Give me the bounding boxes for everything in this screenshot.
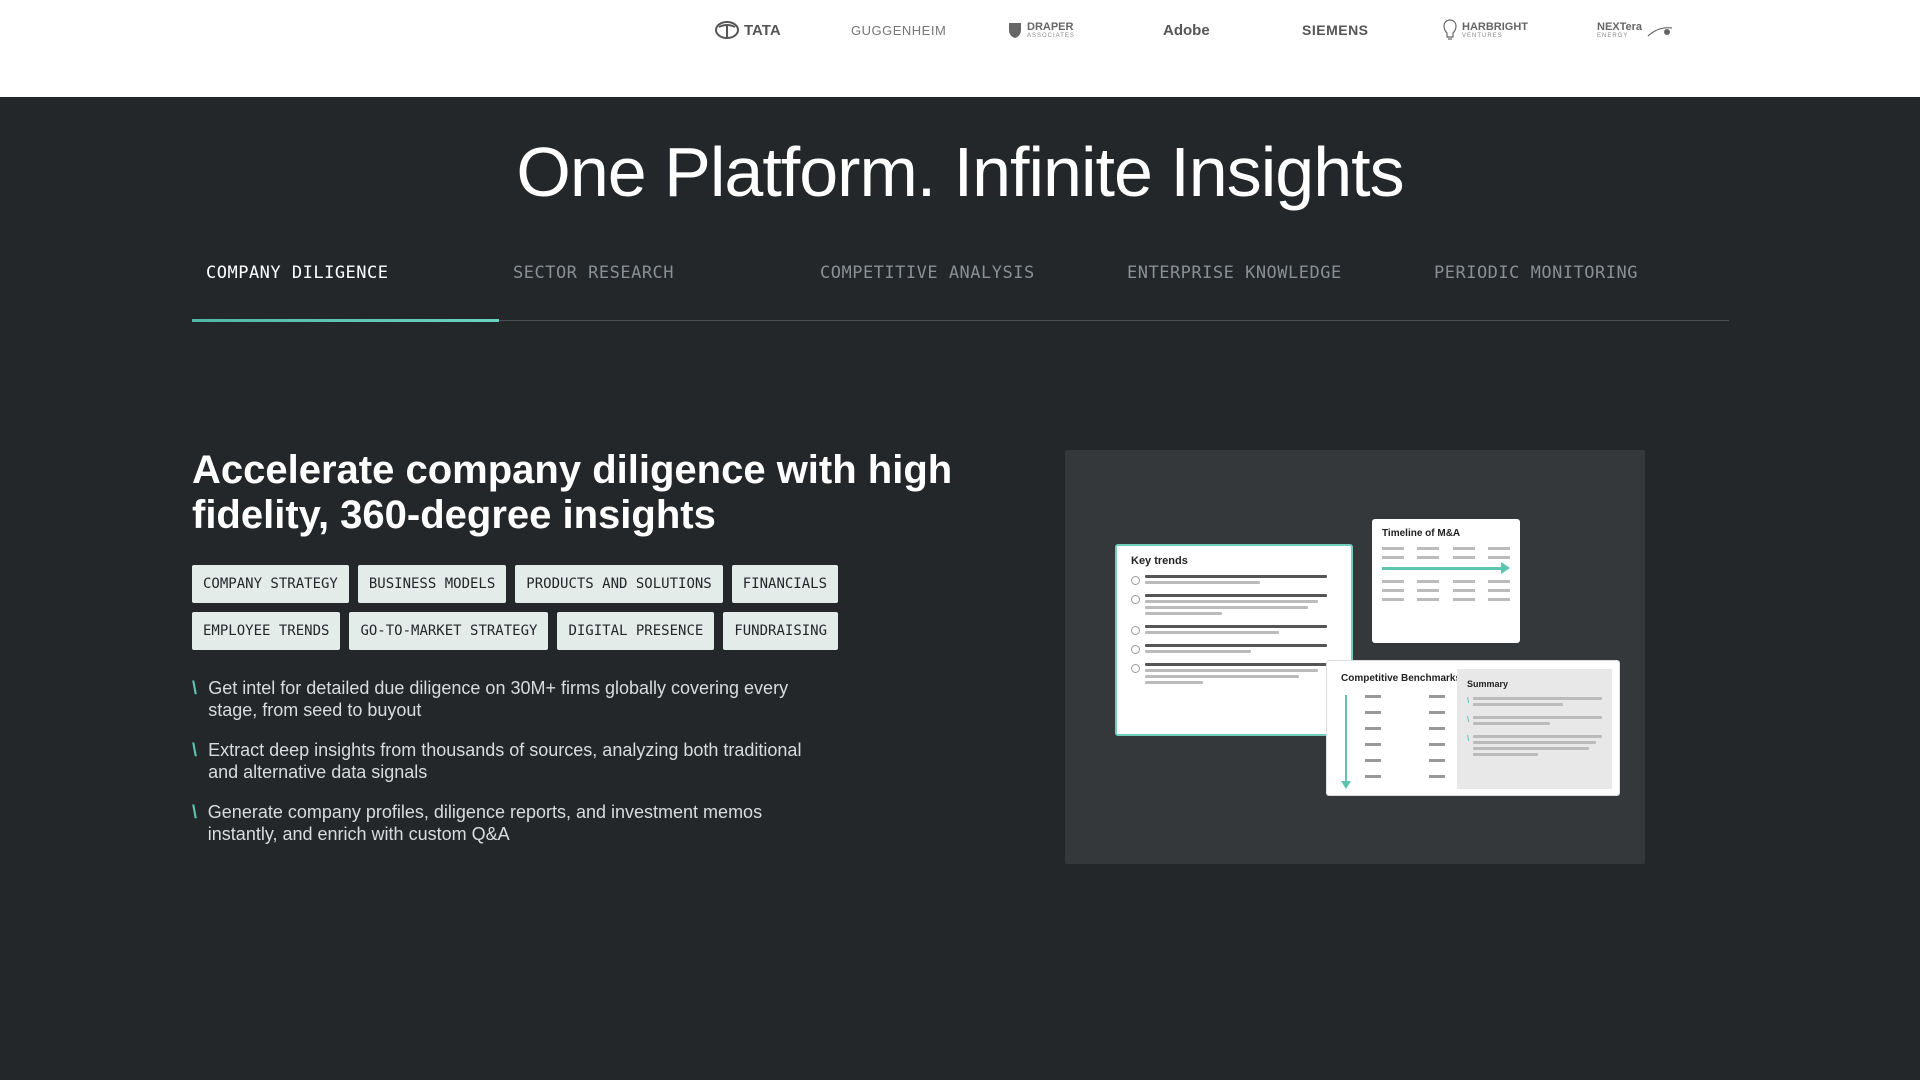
timeline-row — [1382, 580, 1510, 583]
trend-text-lines — [1145, 594, 1337, 618]
timeline-title: Timeline of M&A — [1382, 528, 1461, 539]
benchmark-row — [1365, 727, 1445, 730]
tab-bar: COMPANY DILIGENCE SECTOR RESEARCH COMPET… — [192, 255, 1729, 322]
tag-financials: FINANCIALS — [731, 565, 839, 603]
benchmark-row — [1365, 759, 1445, 762]
nextera-sub: ENERGY — [1597, 32, 1629, 39]
benchmark-row — [1365, 775, 1445, 778]
feature-text: Generate company profiles, diligence rep… — [207, 802, 763, 844]
nextera-name: NEXTera — [1597, 20, 1643, 33]
key-trends-card: Key trends — [1115, 544, 1353, 736]
accent-tick-icon: \ — [1467, 696, 1470, 705]
nextera-wordmark: NEXTera ENERGY — [1597, 20, 1643, 39]
benchmark-rows — [1365, 695, 1445, 791]
number-badge-icon — [1131, 645, 1140, 654]
trend-text-lines — [1145, 644, 1337, 656]
benchmark-row — [1365, 711, 1445, 714]
feature-item: \ Generate company profiles, diligence r… — [192, 801, 832, 845]
benchmark-row — [1365, 743, 1445, 746]
tab-periodic-monitoring[interactable]: PERIODIC MONITORING — [1420, 255, 1727, 321]
lightbulb-icon — [1443, 19, 1457, 40]
tag-go-to-market-strategy: GO-TO-MARKET STRATEGY — [349, 612, 549, 650]
summary-panel: Summary \ \ \ — [1457, 669, 1612, 789]
trend-item — [1131, 663, 1337, 687]
trend-text-lines — [1145, 575, 1337, 587]
section-heading: Accelerate company diligence with high f… — [192, 448, 953, 537]
number-badge-icon — [1131, 626, 1140, 635]
feature-text: Get intel for detailed due diligence on … — [208, 678, 789, 720]
page-title: One Platform. Infinite Insights — [516, 133, 1404, 211]
adobe-wordmark: Adobe — [1163, 21, 1210, 39]
tag-digital-presence: DIGITAL PRESENCE — [557, 612, 715, 650]
number-badge-icon — [1131, 576, 1140, 585]
harbright-ventures-logo: HARBRIGHT VENTURES — [1443, 18, 1528, 42]
tag-company-strategy: COMPANY STRATEGY — [192, 565, 349, 603]
summary-item: \ — [1467, 697, 1602, 709]
draper-sub: ASSOCIATES — [1027, 32, 1075, 39]
tata-logo: TATA — [715, 18, 781, 42]
siemens-logo: SIEMENS — [1302, 18, 1369, 42]
accent-tick-icon: \ — [192, 678, 198, 698]
feature-list: \ Get intel for detailed due diligence o… — [192, 677, 832, 863]
tab-sector-research[interactable]: SECTOR RESEARCH — [499, 255, 806, 321]
siemens-wordmark: SIEMENS — [1302, 22, 1369, 38]
accent-tick-icon: \ — [192, 740, 198, 760]
draper-name: DRAPER — [1027, 20, 1074, 33]
ma-timeline-card: Timeline of M&A — [1372, 519, 1520, 643]
trend-item — [1131, 644, 1337, 656]
tag-business-models: BUSINESS MODELS — [357, 565, 507, 603]
draper-wordmark: DRAPER ASSOCIATES — [1027, 20, 1075, 39]
logo-strip: TATA GUGGENHEIM DRAPER ASSOCIATES Adobe … — [0, 0, 1920, 97]
tab-competitive-analysis[interactable]: COMPETITIVE ANALYSIS — [806, 255, 1113, 321]
number-badge-icon — [1131, 595, 1140, 604]
trend-text-lines — [1145, 663, 1337, 687]
adobe-logo: Adobe — [1163, 18, 1210, 42]
feature-item: \ Get intel for detailed due diligence o… — [192, 677, 832, 721]
timeline-row — [1382, 547, 1510, 550]
harbright-name: HARBRIGHT — [1462, 20, 1528, 33]
trend-item — [1131, 625, 1337, 637]
guggenheim-logo: GUGGENHEIM — [851, 18, 946, 42]
draper-associates-logo: DRAPER ASSOCIATES — [1008, 18, 1075, 42]
swoosh-icon — [1647, 27, 1673, 37]
accent-tick-icon: \ — [1467, 715, 1470, 724]
tata-wordmark: TATA — [744, 21, 781, 39]
tag-products-and-solutions: PRODUCTS AND SOLUTIONS — [515, 565, 723, 603]
tab-enterprise-knowledge[interactable]: ENTERPRISE KNOWLEDGE — [1113, 255, 1420, 321]
feature-text: Extract deep insights from thousands of … — [208, 740, 802, 782]
tata-mark-icon — [715, 21, 739, 39]
shield-icon — [1009, 22, 1021, 38]
tab-company-diligence[interactable]: COMPANY DILIGENCE — [192, 255, 499, 322]
tag-fundraising: FUNDRAISING — [723, 612, 839, 650]
trend-item — [1131, 594, 1337, 618]
benchmark-row — [1365, 695, 1445, 698]
timeline-row — [1382, 598, 1510, 601]
tag-list: COMPANY STRATEGY BUSINESS MODELS PRODUCT… — [192, 565, 892, 650]
feature-item: \ Extract deep insights from thousands o… — [192, 739, 832, 783]
report-preview: Key trends Timeline of M&A Competitive B… — [1065, 450, 1645, 864]
harbright-wordmark: HARBRIGHT VENTURES — [1462, 20, 1528, 39]
number-badge-icon — [1131, 664, 1140, 673]
competitive-benchmarks-card: Competitive Benchmarks Summary \ \ \ — [1326, 660, 1620, 796]
tag-employee-trends: EMPLOYEE TRENDS — [192, 612, 341, 650]
accent-tick-icon: \ — [192, 802, 198, 822]
trend-item — [1131, 575, 1337, 587]
timeline-row — [1382, 589, 1510, 592]
arrow-right-icon — [1382, 562, 1510, 574]
trend-text-lines — [1145, 625, 1337, 637]
summary-title: Summary — [1467, 679, 1509, 689]
guggenheim-wordmark: GUGGENHEIM — [851, 22, 947, 38]
harbright-sub: VENTURES — [1462, 32, 1503, 39]
timeline-row — [1382, 556, 1510, 559]
key-trends-title: Key trends — [1131, 555, 1188, 567]
accent-tick-icon: \ — [1467, 734, 1470, 743]
summary-item: \ — [1467, 716, 1602, 728]
nextera-energy-logo: NEXTera ENERGY — [1597, 18, 1673, 42]
arrow-down-icon — [1341, 695, 1351, 789]
summary-item: \ — [1467, 735, 1602, 759]
